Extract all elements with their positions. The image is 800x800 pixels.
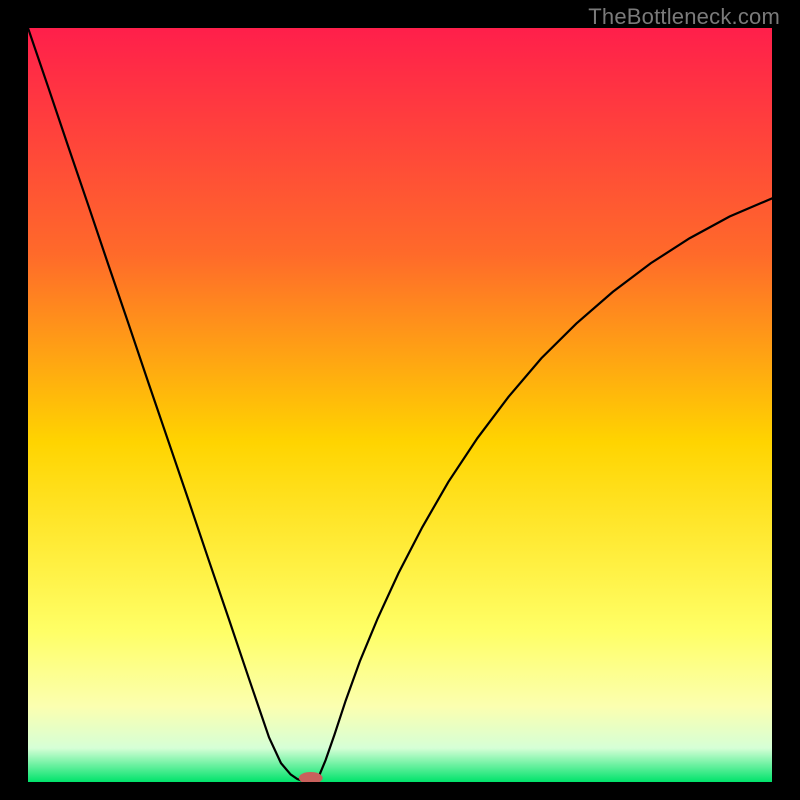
plot-area <box>28 28 772 782</box>
watermark-text: TheBottleneck.com <box>588 4 780 30</box>
chart-frame: TheBottleneck.com <box>0 0 800 800</box>
gradient-background <box>28 28 772 782</box>
chart-svg <box>28 28 772 782</box>
